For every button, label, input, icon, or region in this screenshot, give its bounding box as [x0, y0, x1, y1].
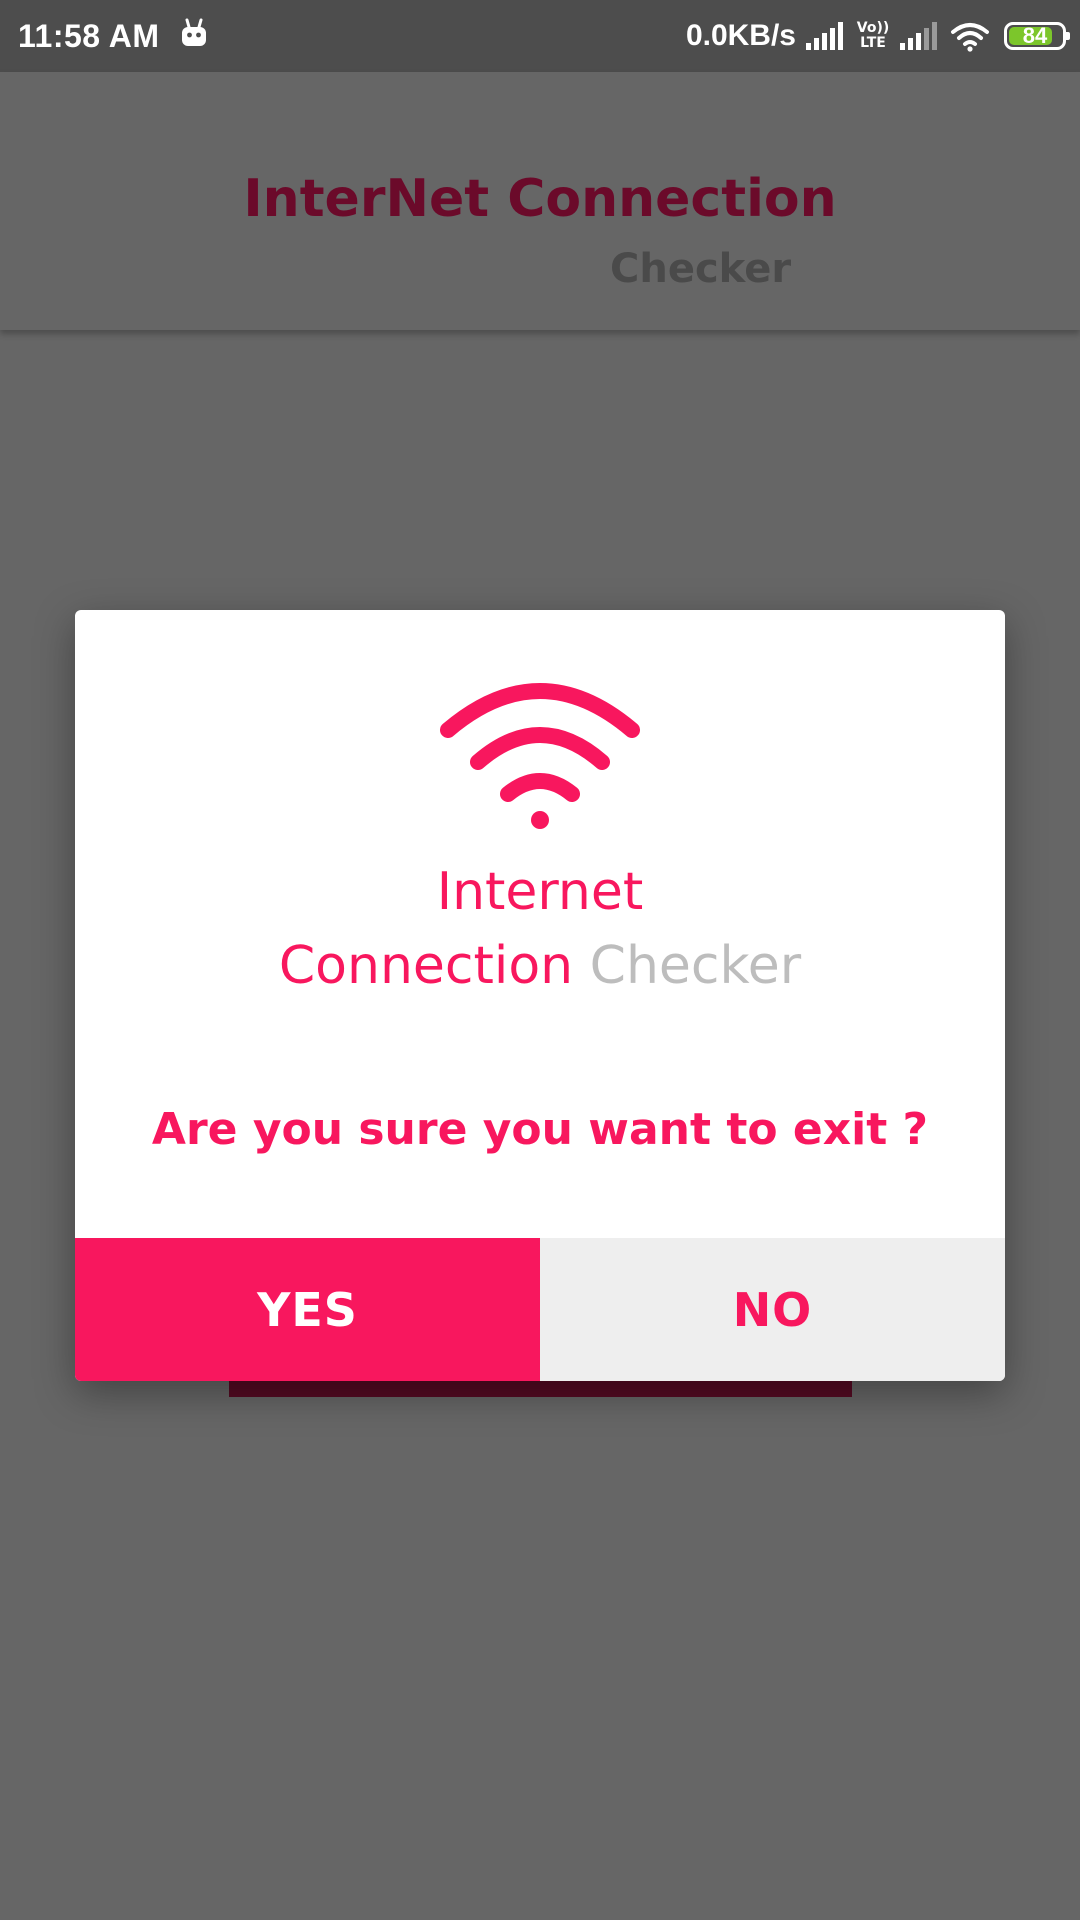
dialog-app-name: Internet Connection Checker — [75, 855, 1005, 1003]
status-bar: 11:58 AM 0.0KB/s Vo)) LTE 84 — [0, 0, 1080, 72]
app-name-checker: Checker — [589, 936, 802, 996]
battery-nub — [1066, 32, 1070, 40]
exit-dialog: Internet Connection Checker Are you sure… — [75, 610, 1005, 1381]
battery-icon: 84 — [1004, 22, 1070, 50]
wifi-status-icon — [951, 23, 989, 52]
exit-confirmation-message: Are you sure you want to exit ? — [151, 1104, 929, 1155]
dialog-buttons: YES NO — [75, 1238, 1005, 1381]
no-button[interactable]: NO — [540, 1238, 1005, 1381]
lte-label: LTE — [860, 35, 886, 51]
app-name-connection: Connection — [278, 936, 574, 996]
app-bar: InterNet Connection Checker — [0, 72, 1080, 330]
app-name-line2: Connection Checker — [75, 929, 1005, 1003]
yes-button[interactable]: YES — [75, 1238, 540, 1381]
network-speed: 0.0KB/s — [685, 19, 796, 52]
volte-label: Vo)) — [856, 20, 890, 36]
status-indicators: 0.0KB/s Vo)) LTE 84 — [685, 12, 1070, 60]
volte-indicator: Vo)) LTE — [856, 21, 890, 51]
battery-level: 84 — [1022, 23, 1048, 48]
android-debug-icon — [182, 18, 206, 46]
signal-strength-icon — [806, 22, 843, 50]
app-subtitle: Checker — [610, 246, 792, 292]
app-title: InterNet Connection — [243, 169, 837, 229]
app-name-line1: Internet — [436, 862, 644, 922]
status-time: 11:58 AM — [18, 18, 160, 54]
signal-strength-2-icon — [900, 22, 937, 50]
wifi-icon — [440, 683, 640, 829]
